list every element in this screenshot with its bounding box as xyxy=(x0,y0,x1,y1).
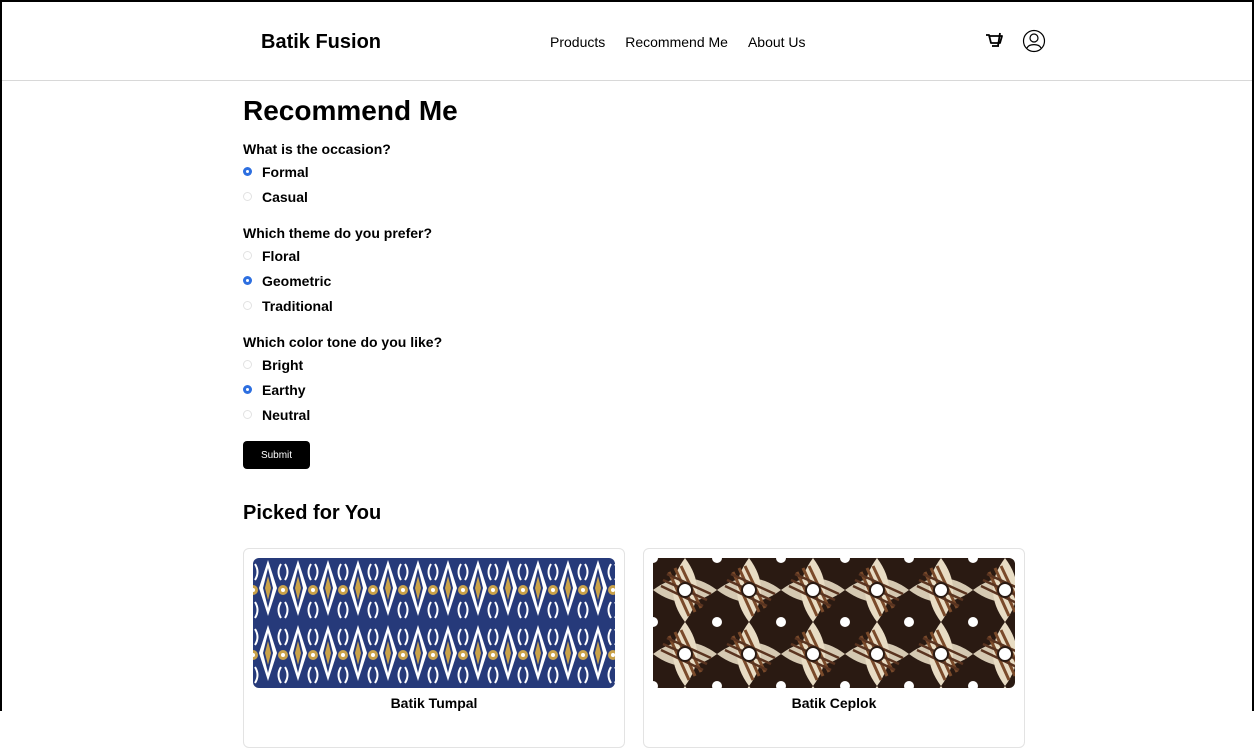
product-cards: Batik Tumpal Batik Ceplok xyxy=(243,548,1025,748)
product-card-tumpal[interactable]: Batik Tumpal xyxy=(243,548,625,748)
product-image-ceplok xyxy=(653,558,1015,688)
radio-option-earthy[interactable]: Earthy xyxy=(243,377,1043,402)
radio-button[interactable] xyxy=(243,410,252,419)
radio-button[interactable] xyxy=(243,385,252,394)
picked-title: Picked for You xyxy=(243,502,382,524)
user-icon[interactable] xyxy=(1022,29,1046,58)
nav-recommend-me[interactable]: Recommend Me xyxy=(625,34,728,50)
question-label: What is the occasion? xyxy=(243,141,391,157)
radio-label: Geometric xyxy=(262,272,332,289)
radio-label: Bright xyxy=(262,356,304,373)
radio-option-neutral[interactable]: Neutral xyxy=(243,402,1043,427)
product-image-tumpal xyxy=(253,558,615,688)
product-card-ceplok[interactable]: Batik Ceplok xyxy=(643,548,1025,748)
question-label: Which theme do you prefer? xyxy=(243,225,433,241)
main-nav: Products Recommend Me About Us xyxy=(550,34,806,50)
radio-option-bright[interactable]: Bright xyxy=(243,352,1043,377)
radio-label: Traditional xyxy=(262,297,333,314)
radio-option-traditional[interactable]: Traditional xyxy=(243,293,1043,318)
brand-logo[interactable]: Batik Fusion xyxy=(261,31,381,54)
radio-option-floral[interactable]: Floral xyxy=(243,243,1043,268)
radio-label: Floral xyxy=(262,247,301,264)
recommend-form: Recommend Me What is the occasion? Formal… xyxy=(243,95,1043,525)
radio-option-casual[interactable]: Casual xyxy=(243,184,1043,209)
submit-button[interactable]: Submit xyxy=(243,441,310,469)
radio-option-geometric[interactable]: Geometric xyxy=(243,268,1043,293)
questions: What is the occasion? Formal Casual Which t… xyxy=(243,141,1043,427)
radio-button[interactable] xyxy=(243,167,252,176)
product-name-ceplok: Batik Ceplok xyxy=(791,695,877,711)
radio-button[interactable] xyxy=(243,360,252,369)
page-title: Recommend Me xyxy=(243,95,458,126)
radio-button[interactable] xyxy=(243,192,252,201)
radio-label: Earthy xyxy=(262,381,306,398)
nav-about-us[interactable]: About Us xyxy=(748,34,806,50)
radio-button[interactable] xyxy=(243,251,252,260)
radio-label: Neutral xyxy=(262,406,311,423)
question-label: Which color tone do you like? xyxy=(243,334,443,350)
radio-label: Casual xyxy=(262,188,308,205)
nav-products[interactable]: Products xyxy=(550,34,605,50)
header: Batik Fusion Products Recommend Me About… xyxy=(2,2,1252,81)
radio-label: Formal xyxy=(262,163,309,180)
radio-button[interactable] xyxy=(243,276,252,285)
radio-option-formal[interactable]: Formal xyxy=(243,159,1043,184)
product-name-tumpal: Batik Tumpal xyxy=(390,695,478,711)
cart-icon[interactable] xyxy=(985,32,1005,55)
radio-button[interactable] xyxy=(243,301,252,310)
